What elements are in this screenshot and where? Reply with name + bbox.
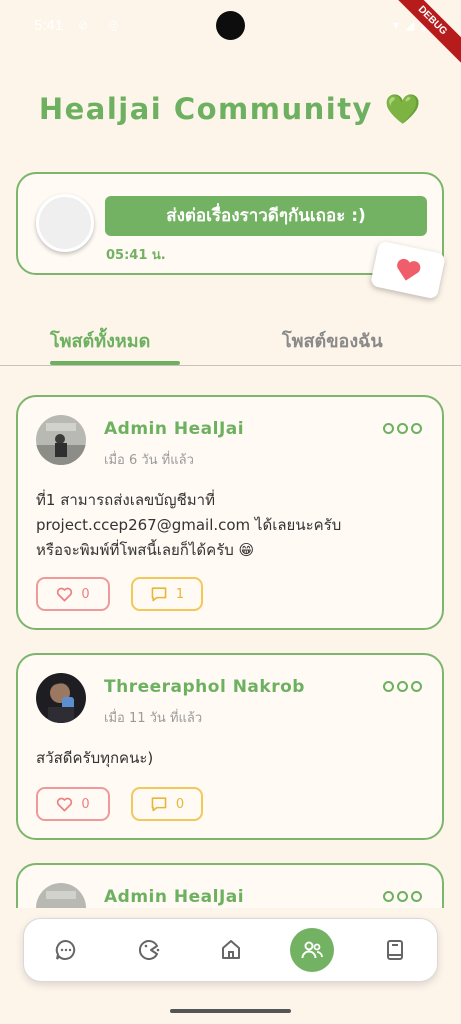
- book-icon: [387, 940, 403, 960]
- status-time: 5:41: [34, 17, 64, 34]
- comment-button[interactable]: 1: [131, 577, 203, 611]
- like-count: 0: [81, 796, 90, 812]
- nav-home[interactable]: [209, 928, 253, 972]
- debug-banner: DEBUG: [386, 0, 461, 67]
- bottom-nav: [23, 918, 438, 982]
- comment-count: 0: [175, 796, 185, 812]
- heart-outline-icon: [57, 797, 73, 811]
- post-author[interactable]: Admin HealJai: [104, 419, 244, 439]
- like-count: 0: [81, 586, 90, 602]
- camera-cutout: [216, 11, 245, 40]
- tab-my-posts[interactable]: โพสต์ของฉัน: [282, 326, 383, 355]
- avatar[interactable]: [36, 415, 86, 465]
- status-bar: 5:41 ⊘ ◎ ▾◢▮ DEBUG: [0, 0, 461, 67]
- like-button[interactable]: 0: [36, 577, 110, 611]
- post-card[interactable]: Admin HealJai เมื่อ 6 วัน ที่แล้ว ที่1 ส…: [16, 395, 444, 630]
- nav-book[interactable]: [373, 928, 417, 972]
- post-time: เมื่อ 11 วัน ที่แล้ว: [104, 711, 203, 726]
- tab-all-posts[interactable]: โพสต์ทั้งหมด: [50, 326, 150, 355]
- home-indicator: [170, 1009, 291, 1013]
- comment-icon: [151, 797, 167, 812]
- more-options-icon[interactable]: [383, 423, 422, 434]
- post-author[interactable]: Threeraphol Nakrob: [104, 677, 305, 697]
- page-title: Healjai Community 💚: [38, 92, 423, 126]
- heart-icon: [397, 258, 421, 281]
- compose-prompt-button[interactable]: ส่งต่อเรื่องราวดีๆกันเถอะ :): [105, 196, 427, 236]
- heart-outline-icon: [57, 587, 73, 601]
- avatar[interactable]: [36, 194, 94, 252]
- palette-icon: [138, 940, 160, 960]
- nav-chat[interactable]: [44, 928, 88, 972]
- comment-count: 1: [175, 586, 185, 602]
- nav-palette[interactable]: [127, 928, 171, 972]
- home-icon: [222, 940, 240, 959]
- comment-button[interactable]: 0: [131, 787, 203, 821]
- tab-indicator: [50, 361, 180, 365]
- more-options-icon[interactable]: [383, 891, 422, 902]
- more-options-icon[interactable]: [383, 681, 422, 692]
- chat-icon: [55, 939, 76, 960]
- post-time: เมื่อ 6 วัน ที่แล้ว: [104, 453, 194, 468]
- avatar[interactable]: [36, 673, 86, 723]
- post-card[interactable]: Threeraphol Nakrob เมื่อ 11 วัน ที่แล้ว …: [16, 653, 444, 840]
- status-notification-icons: ⊘ ◎: [78, 18, 127, 32]
- comment-icon: [151, 587, 167, 602]
- like-button[interactable]: 0: [36, 787, 110, 821]
- nav-community[interactable]: [290, 928, 334, 972]
- post-author[interactable]: Admin HealJai: [104, 887, 244, 907]
- compose-time: 05:41 น.: [106, 248, 166, 263]
- community-icon: [301, 941, 323, 959]
- post-body: สวัสดีครับทุกคนะ): [36, 749, 154, 767]
- tab-bar: โพสต์ทั้งหมด โพสต์ของฉัน: [0, 318, 461, 366]
- post-body: ที่1 สามารถส่งเลขบัญชีมาที่ project.ccep…: [36, 491, 342, 559]
